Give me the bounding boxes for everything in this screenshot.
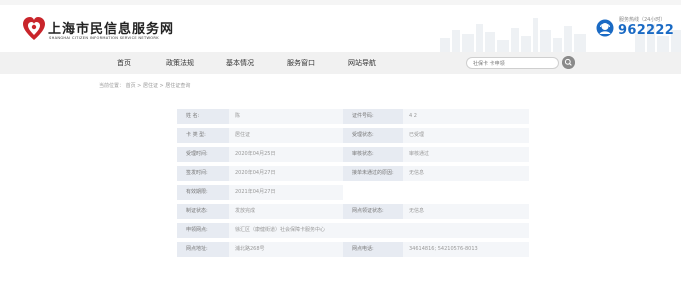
site-title: 上海市民信息服务网 [48,22,175,37]
card-type-label: 卡 类 型: [177,128,229,143]
production-status-label: 制证状态: [177,204,229,219]
nav-home[interactable]: 首页 [117,58,131,68]
table-row: 签发时间: 2020年04月27日 接单未通过的原因: 无信息 [177,166,529,181]
pickup-status-value: 无信息 [409,208,425,214]
top-strip [0,0,681,5]
review-status-value: 审核通过 [409,151,430,157]
id-number-label: 证件号码: [343,109,403,124]
phone-value: 34614816; 54210576-8013 [409,246,478,252]
search-icon[interactable] [562,56,575,69]
site-logo[interactable]: 上海市民信息服务网 SHANGHAI CITIZEN INFORMATION S… [22,16,222,46]
phone-label: 网点电话: [343,242,403,257]
table-row: 卡 类 型: 居住证 受理状态: 已受理 [177,128,529,143]
review-status-label: 审核状态: [343,147,403,162]
nav-service-window[interactable]: 服务窗口 [287,58,315,68]
issue-time-label: 签发时间: [177,166,229,181]
search-box [466,57,559,69]
accept-time-label: 受理时间: [177,147,229,162]
main-navigation [0,52,681,74]
table-row: 受理时间: 2020年04月25日 审核状态: 审核通过 [177,147,529,162]
table-row: 制证状态: 发放完成 网点领证状态: 无信息 [177,204,529,219]
validity-label: 有效期限: [177,185,229,200]
card-type-value: 居住证 [235,132,251,138]
service-point-value: 徐汇区（康健街道）社会保障卡服务中心 [235,227,326,233]
service-hotline: 服务热线（24小时） 962222 [596,16,681,42]
id-number-value: 4 2 [409,113,417,119]
accept-time-value: 2020年04月25日 [235,151,276,157]
customer-service-icon [596,19,614,37]
nav-site-map[interactable]: 网站导航 [348,58,376,68]
search-input[interactable] [473,59,553,68]
rejection-reason-label: 接单未通过的原因: [343,166,403,181]
service-point-label: 申领网点: [177,223,229,238]
heart-logo-icon [23,17,45,40]
rejection-reason-value: 无信息 [409,170,425,176]
address-label: 网点地址: [177,242,229,257]
pickup-status-label: 网点领证状态: [343,204,403,219]
site-subtitle-en: SHANGHAI CITIZEN INFORMATION SERVICE NET… [49,36,159,40]
hotline-label: 服务热线（24小时） [619,17,666,23]
table-row: 有效期限: 2021年04月27日 [177,185,343,200]
name-label: 姓 名: [177,109,229,124]
nav-overview[interactable]: 基本情况 [226,58,254,68]
issue-time-value: 2020年04月27日 [235,170,276,176]
name-value: 陈 [235,113,241,119]
table-row: 网点地址: 浦北路268号 网点电话: 34614816; 54210576-8… [177,242,529,257]
nav-policy[interactable]: 政策法规 [166,58,194,68]
validity-value: 2021年04月27日 [235,189,276,195]
acceptance-status-label: 受理状态: [343,128,403,143]
hotline-number: 962222 [618,23,675,38]
table-row: 姓 名: 陈 证件号码: 4 2 [177,109,529,124]
breadcrumb: 当前位置： 首页 > 居住证 > 居住证查询 [99,83,191,89]
production-status-value: 发放完成 [235,208,256,214]
address-value: 浦北路268号 [235,246,265,252]
table-row: 申领网点: 徐汇区（康健街道）社会保障卡服务中心 [177,223,529,238]
acceptance-status-value: 已受理 [409,132,425,138]
